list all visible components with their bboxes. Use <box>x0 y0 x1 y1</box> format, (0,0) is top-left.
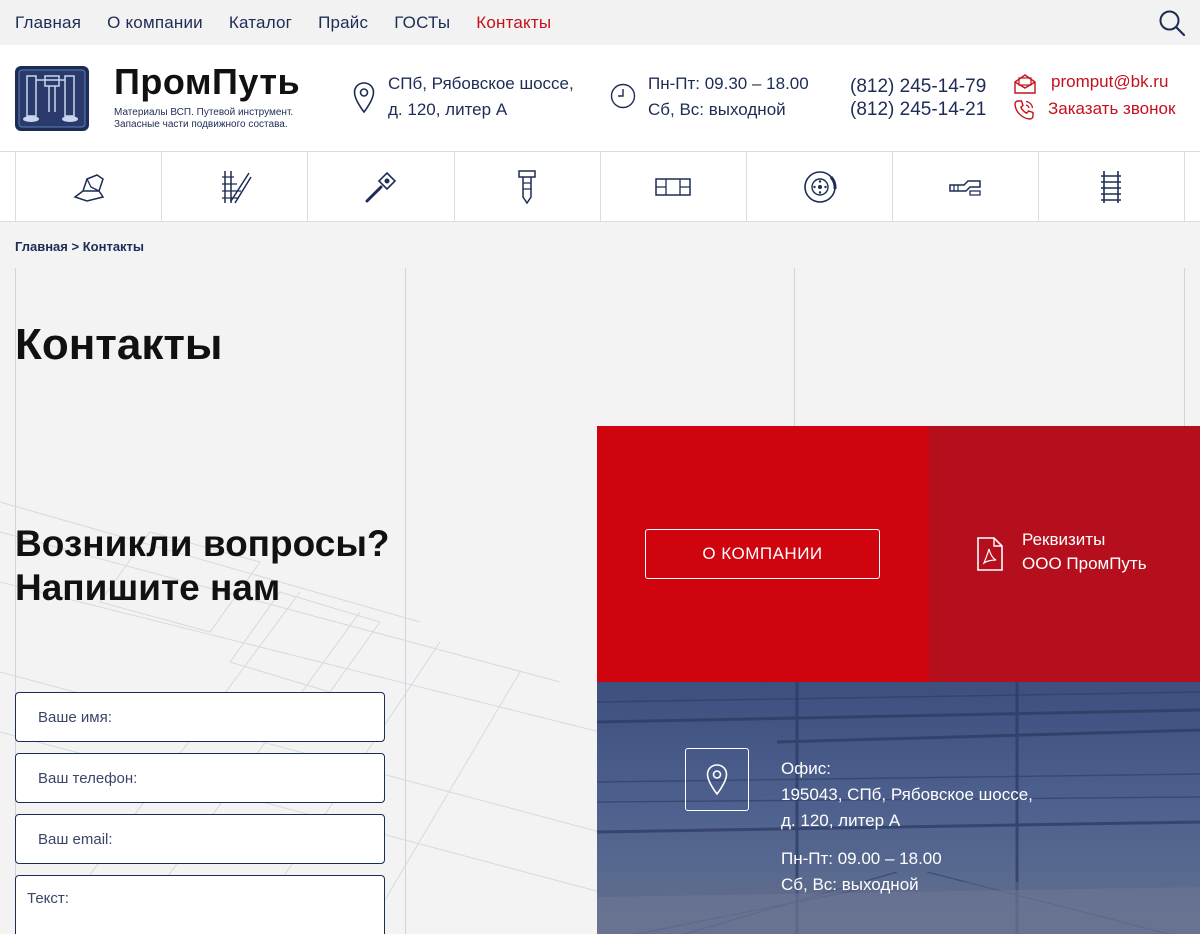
location-pin-icon <box>706 763 728 795</box>
category-hammer[interactable] <box>307 152 453 221</box>
rail-profile-icon <box>72 173 104 202</box>
clock-icon <box>610 83 636 109</box>
sleeper-plate-icon <box>655 177 692 196</box>
header-address: СПб, Рябовское шоссе, д. 120, литер А <box>388 71 574 123</box>
nav-item-about[interactable]: О компании <box>107 13 203 33</box>
pdf-file-icon <box>977 537 1003 571</box>
phone-link[interactable]: (812) 245-14-21 <box>850 98 986 121</box>
spike-icon <box>518 169 536 204</box>
phone-input[interactable] <box>15 753 385 803</box>
nav-item-contacts[interactable]: Контакты <box>476 13 551 33</box>
category-spike[interactable] <box>453 152 600 221</box>
nav-item-home[interactable]: Главная <box>15 13 81 33</box>
form-heading-line: Возникли вопросы? <box>15 523 390 564</box>
hours-line: Пн-Пт: 09.30 – 18.00 <box>648 74 809 93</box>
contacts-main: Главная > Контакты Контакты Возникли воп… <box>0 222 1200 934</box>
category-strip <box>0 151 1200 222</box>
requisites-line: ООО ПромПуть <box>1022 554 1147 573</box>
requisites-link[interactable]: Реквизиты ООО ПромПуть <box>1022 528 1147 576</box>
hours-line: Сб, Вс: выходной <box>648 100 786 119</box>
search-icon[interactable] <box>1158 9 1186 37</box>
nav-item-catalog[interactable]: Каталог <box>229 13 292 33</box>
email-link[interactable]: promput@bk.ru <box>1051 72 1168 92</box>
breadcrumb-current: Контакты <box>82 239 145 254</box>
rail-switch-icon <box>221 170 252 203</box>
mail-icon <box>1014 74 1036 94</box>
form-heading: Возникли вопросы? Напишите нам <box>15 522 390 610</box>
phone-link[interactable]: (812) 245-14-79 <box>850 75 986 98</box>
category-rail-switch[interactable] <box>161 152 307 221</box>
address-line: д. 120, литер А <box>388 100 508 119</box>
category-rail-profile[interactable] <box>15 152 161 221</box>
name-input[interactable] <box>15 692 385 742</box>
header-phones: (812) 245-14-79 (812) 245-14-21 <box>850 75 986 121</box>
requisites-panel[interactable]: Реквизиты ООО ПромПуть <box>929 426 1200 682</box>
breadcrumb-separator: > <box>71 239 80 254</box>
breadcrumb-home[interactable]: Главная <box>15 239 68 254</box>
office-address: Офис: 195043, СПб, Рябовское шоссе, д. 1… <box>781 756 1033 834</box>
category-sleeper-plate[interactable] <box>599 152 746 221</box>
nav-item-gost[interactable]: ГОСТы <box>394 13 450 33</box>
office-hours-line: Пн-Пт: 09.00 – 18.00 <box>781 849 942 868</box>
office-hours-line: Сб, Вс: выходной <box>781 875 919 894</box>
nav-item-price[interactable]: Прайс <box>318 13 368 33</box>
category-track-ladder[interactable] <box>1038 152 1185 221</box>
hammer-icon <box>365 171 397 202</box>
brand-subtitle-line: Материалы ВСП. Путевой инструмент. <box>114 107 294 118</box>
category-brake-disc[interactable] <box>745 152 892 221</box>
office-address-line: д. 120, литер А <box>781 811 901 830</box>
form-heading-line: Напишите нам <box>15 567 281 608</box>
requisites-line: Реквизиты <box>1022 530 1106 549</box>
email-input[interactable] <box>15 814 385 864</box>
brand-subtitle: Материалы ВСП. Путевой инструмент. Запас… <box>114 107 334 131</box>
location-pin-icon <box>353 82 375 114</box>
coupler-icon <box>948 179 981 196</box>
logo-emblem-icon <box>18 69 86 128</box>
phone-icon <box>1014 100 1034 120</box>
page-title: Контакты <box>15 320 223 369</box>
top-navigation: Главная О компании Каталог Прайс ГОСТы К… <box>0 0 1200 45</box>
breadcrumb: Главная > Контакты <box>15 239 144 254</box>
logo[interactable] <box>15 66 89 131</box>
office-location-button[interactable] <box>685 748 749 811</box>
address-line: СПб, Рябовское шоссе, <box>388 74 574 93</box>
track-ladder-icon <box>1101 170 1122 203</box>
message-textarea[interactable] <box>15 875 385 934</box>
office-address-line: 195043, СПб, Рябовское шоссе, <box>781 785 1033 804</box>
office-hours: Пн-Пт: 09.00 – 18.00 Сб, Вс: выходной <box>781 846 942 898</box>
callback-link[interactable]: Заказать звонок <box>1048 99 1175 119</box>
site-header: ПромПуть Материалы ВСП. Путевой инструме… <box>0 45 1200 151</box>
office-label: Офис: <box>781 759 831 778</box>
about-panel: О КОМПАНИИ <box>597 426 929 682</box>
brake-disc-icon <box>803 170 837 203</box>
brand-name: ПромПуть <box>114 61 301 102</box>
about-company-button[interactable]: О КОМПАНИИ <box>645 529 880 579</box>
brand-subtitle-line: Запасные части подвижного состава. <box>114 119 288 130</box>
header-hours: Пн-Пт: 09.30 – 18.00 Сб, Вс: выходной <box>648 71 809 123</box>
category-coupler[interactable] <box>892 152 1038 221</box>
office-photo-panel: Офис: 195043, СПб, Рябовское шоссе, д. 1… <box>597 682 1200 934</box>
